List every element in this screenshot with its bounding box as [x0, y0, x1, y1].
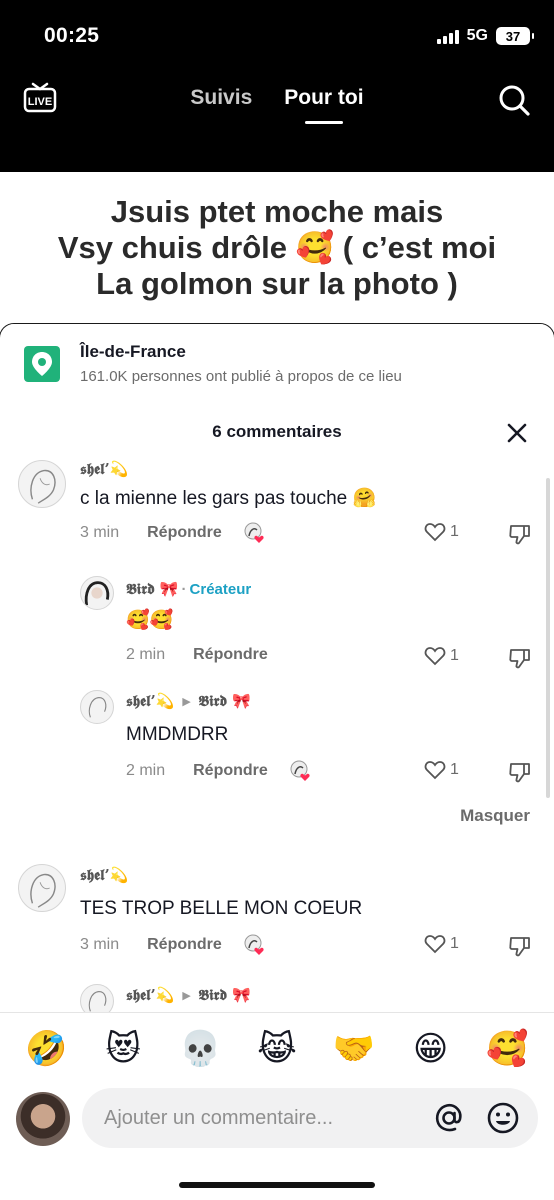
tab-pour-toi[interactable]: Pour toi: [284, 86, 363, 110]
at-icon[interactable]: [432, 1101, 466, 1135]
comment-meta: 2 min Répondre: [126, 760, 312, 782]
comment-time: 2 min: [126, 762, 166, 779]
comment-time: 2 min: [126, 646, 166, 663]
emoji-button[interactable]: 😹: [255, 1027, 299, 1071]
heart-icon: [424, 761, 446, 780]
tab-suivis[interactable]: Suivis: [190, 86, 252, 110]
emoji-button[interactable]: 💀: [178, 1027, 222, 1071]
location-title: Île-de-France: [80, 342, 186, 361]
caption-line: Vsy chuis drôle 🥰 ( c’est moi: [57, 230, 497, 265]
reply-username-row: 𝕭𝖎𝖗𝖉 🎀 · Créateur: [126, 580, 251, 598]
avatar[interactable]: [18, 460, 66, 508]
emoji-button[interactable]: 🤝: [332, 1027, 376, 1071]
emoji-button[interactable]: 🤣: [24, 1027, 68, 1071]
comment-meta: 3 min Répondre: [80, 522, 266, 544]
separator-dot: ·: [181, 581, 187, 598]
location-pin-icon: [24, 346, 60, 382]
heart-icon: [424, 523, 446, 542]
comment-item: 𝖘𝖍𝖊𝖑’💫 c la mienne les gars pas touche 🤗…: [0, 460, 554, 560]
signal-icon: [436, 28, 459, 44]
heart-icon: [424, 647, 446, 666]
caption-line: Jsuis ptet moche mais: [110, 194, 444, 229]
comment-reply: 𝖘𝖍𝖊𝖑’💫 ▸ 𝕭𝖎𝖗𝖉 🎀: [0, 984, 554, 1018]
comment-text: TES TROP BELLE MON COEUR: [80, 898, 363, 919]
dislike-icon[interactable]: [508, 760, 532, 784]
feed-tabs: Suivis Pour toi: [0, 86, 554, 110]
avatar[interactable]: [80, 690, 114, 724]
comment-username[interactable]: 𝕭𝖎𝖗𝖉 🎀: [126, 580, 179, 598]
reply-button[interactable]: Répondre: [193, 646, 268, 664]
comment-reply: 𝕭𝖎𝖗𝖉 🎀 · Créateur 🥰🥰 2 min Répondre 1: [0, 576, 554, 676]
comment-input[interactable]: [104, 1106, 432, 1130]
comment-text: MMDMDRR: [126, 724, 229, 745]
reply-to-username[interactable]: 𝕭𝖎𝖗𝖉 🎀: [198, 692, 251, 710]
dislike-icon[interactable]: [508, 646, 532, 670]
like-button[interactable]: 1: [424, 760, 459, 780]
avatar[interactable]: [80, 576, 114, 610]
comment-username[interactable]: 𝖘𝖍𝖊𝖑’💫: [126, 986, 174, 1004]
reply-username-row: 𝖘𝖍𝖊𝖑’💫 ▸ 𝕭𝖎𝖗𝖉 🎀: [126, 692, 251, 710]
comments-count: 6 commentaires: [212, 422, 342, 441]
comment-time: 3 min: [80, 936, 120, 953]
like-count: 1: [450, 935, 459, 952]
reply-username-row: 𝖘𝖍𝖊𝖑’💫 ▸ 𝕭𝖎𝖗𝖉 🎀: [126, 986, 251, 1004]
reply-button[interactable]: Répondre: [147, 936, 222, 954]
like-button[interactable]: 1: [424, 646, 459, 666]
smile-icon[interactable]: [486, 1101, 520, 1135]
network-type: 5G: [466, 27, 488, 44]
comment-username[interactable]: 𝖘𝖍𝖊𝖑’💫: [80, 460, 128, 478]
comment-time: 3 min: [80, 524, 120, 541]
caption-line: La golmon sur la photo ): [96, 266, 458, 301]
video-caption: Jsuis ptet moche mais Vsy chuis drôle 🥰 …: [20, 194, 534, 302]
like-button[interactable]: 1: [424, 934, 459, 954]
reply-button[interactable]: Répondre: [193, 762, 268, 780]
top-bar: 00:25 5G 37 LIVE Suivis Pour toi: [0, 0, 554, 172]
reply-arrow-icon: ▸: [182, 693, 191, 710]
emoji-button[interactable]: 🥰: [485, 1027, 529, 1071]
battery-icon: 37: [496, 27, 534, 45]
creator-badge: Créateur: [189, 581, 252, 598]
close-icon[interactable]: [504, 420, 530, 446]
comment-text: 🥰🥰: [126, 610, 174, 631]
comment-username[interactable]: 𝖘𝖍𝖊𝖑’💫: [126, 692, 174, 710]
emoji-button[interactable]: 😁: [409, 1027, 453, 1071]
reply-button[interactable]: Répondre: [147, 524, 222, 542]
comment-username[interactable]: 𝖘𝖍𝖊𝖑’💫: [80, 866, 128, 884]
emoji-quick-bar: 🤣 😻 💀 😹 🤝 😁 🥰: [0, 1012, 554, 1084]
comment-meta: 2 min Répondre: [126, 646, 268, 664]
emoji-button[interactable]: 😻: [101, 1027, 145, 1071]
home-indicator[interactable]: [179, 1182, 375, 1188]
location-row[interactable]: Île-de-France 161.0K personnes ont publi…: [24, 342, 534, 390]
location-subtitle: 161.0K personnes ont publié à propos de …: [80, 368, 402, 385]
like-button[interactable]: 1: [424, 522, 459, 542]
search-icon[interactable]: [496, 82, 532, 118]
dislike-icon[interactable]: [508, 934, 532, 958]
reply-arrow-icon: ▸: [182, 987, 191, 1004]
like-count: 1: [450, 647, 459, 664]
avatar[interactable]: [18, 864, 66, 912]
comment-reply: 𝖘𝖍𝖊𝖑’💫 ▸ 𝕭𝖎𝖗𝖉 🎀 MMDMDRR 2 min Répondre 1: [0, 690, 554, 790]
status-time: 00:25: [44, 24, 100, 47]
comment-input-row: [0, 1086, 554, 1166]
reply-to-username[interactable]: 𝕭𝖎𝖗𝖉 🎀: [198, 986, 251, 1004]
comment-item: 𝖘𝖍𝖊𝖑’💫 TES TROP BELLE MON COEUR 3 min Ré…: [0, 864, 554, 964]
status-bar: 00:25 5G 37: [44, 22, 534, 50]
my-avatar[interactable]: [16, 1092, 70, 1146]
comment-text: c la mienne les gars pas touche 🤗: [80, 488, 377, 509]
comment-input-box[interactable]: [82, 1088, 538, 1148]
creator-liked-icon: [290, 760, 310, 781]
heart-icon: [424, 935, 446, 954]
dislike-icon[interactable]: [508, 522, 532, 546]
like-count: 1: [450, 523, 459, 540]
comment-meta: 3 min Répondre: [80, 934, 266, 956]
hide-replies-button[interactable]: Masquer: [460, 806, 530, 826]
like-count: 1: [450, 761, 459, 778]
creator-liked-icon: [244, 934, 264, 955]
top-nav: LIVE Suivis Pour toi: [0, 78, 554, 124]
creator-liked-icon: [244, 522, 264, 543]
